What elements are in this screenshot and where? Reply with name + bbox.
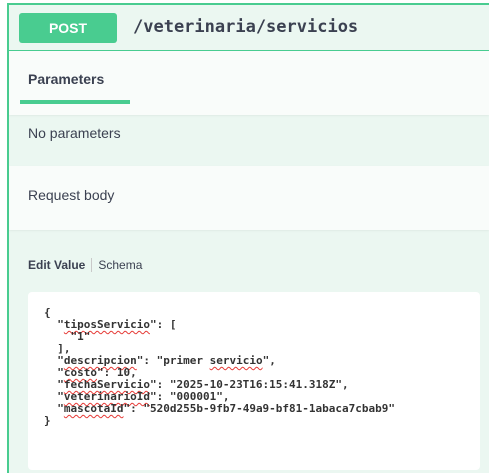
tab-edit-value[interactable]: Edit Value (28, 258, 85, 272)
endpoint-path: /veterinaria/servicios (133, 17, 359, 37)
json-editor-text[interactable]: { "tiposServicio": [ "1" ], "descripcion… (44, 307, 395, 427)
tab-divider (91, 258, 93, 272)
operation-header[interactable]: POST /veterinaria/servicios (9, 5, 489, 51)
tab-schema[interactable]: Schema (98, 258, 142, 272)
json-key-mascotaId: mascotaId (63, 402, 124, 415)
request-body-editor[interactable]: { "tiposServicio": [ "1" ], "descripcion… (28, 292, 480, 470)
request-body-label: Request body (28, 187, 115, 203)
tab-parameters[interactable]: Parameters (28, 71, 104, 87)
method-badge: POST (19, 13, 117, 43)
body-view-tabs: Edit Value Schema (28, 258, 142, 272)
no-parameters-text: No parameters (28, 125, 121, 141)
json-value-servicio-word: servicio (209, 354, 263, 367)
active-tab-indicator (20, 100, 130, 104)
